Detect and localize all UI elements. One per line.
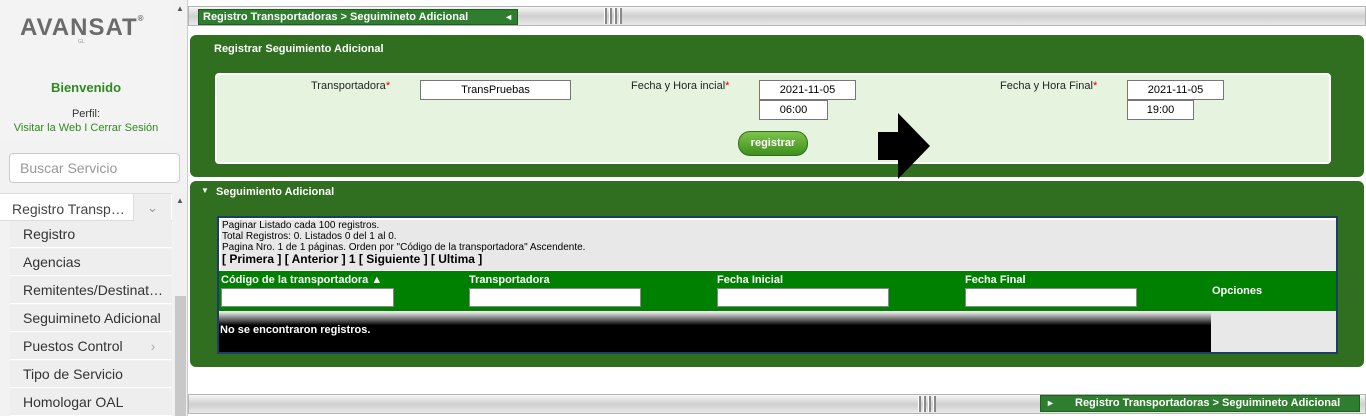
fecha-final-time-field[interactable]: 19:00 (1127, 100, 1194, 120)
sidebar-item-registro[interactable]: Registro (10, 221, 172, 248)
empty-message: No se encontraron registros. (219, 311, 1211, 352)
bottom-splitter-grip[interactable] (918, 394, 954, 414)
profile-label: Perfil: (71, 108, 101, 120)
breadcrumb-bottom: ► Registro Transportadoras > Seguimineto… (1040, 395, 1360, 412)
empty-row-filler (1211, 311, 1336, 352)
menu-group-header[interactable]: Registro Transp… ⌄ (0, 193, 172, 221)
sidebar-item-tipo-servicio[interactable]: Tipo de Servicio (10, 361, 172, 388)
pagination-line-1: Paginar Listado cada 100 registros. (222, 220, 380, 231)
menu-scrollbar-thumb[interactable] (175, 296, 186, 416)
list-panel: ▼ Seguimiento Adicional Paginar Listado … (190, 181, 1364, 367)
sidebar-links: Visitar la Web I Cerrar Sesión (0, 122, 172, 134)
arrow-pointer-icon (878, 113, 930, 179)
fecha-final-date-field[interactable]: 2021-11-05 (1127, 80, 1224, 100)
col-codigo[interactable]: Código de la transportadora ▲ (221, 274, 382, 286)
search-input[interactable] (9, 153, 180, 183)
list-panel-title: Seguimiento Adicional (216, 186, 335, 198)
collapse-left-icon[interactable]: ◄ (504, 10, 513, 24)
top-splitter-grip[interactable] (604, 6, 640, 26)
register-form: Transportadora* TransPruebas Fecha y Hor… (215, 73, 1331, 164)
fecha-inicial-time-field[interactable]: 06:00 (759, 100, 828, 120)
collapse-triangle-icon[interactable]: ▼ (201, 186, 209, 195)
registrar-button[interactable]: registrar (738, 131, 808, 156)
col-transportadora[interactable]: Transportadora (469, 274, 550, 286)
main-content: Registro Transportadoras > Seguimineto A… (188, 0, 1366, 416)
results-list: Paginar Listado cada 100 registros. Tota… (217, 216, 1338, 354)
link-separator: I (84, 122, 88, 134)
sidebar-item-remitentes[interactable]: Remitentes/Destinat… (10, 277, 172, 304)
fecha-inicial-date-field[interactable]: 2021-11-05 (759, 80, 856, 100)
table-header: Código de la transportadora ▲ Transporta… (219, 271, 1336, 311)
filter-transportadora-input[interactable] (469, 288, 641, 307)
breadcrumb-top: Registro Transportadoras > Seguimineto A… (198, 9, 518, 25)
pagination-info: Paginar Listado cada 100 registros. Tota… (221, 220, 1336, 270)
pagination-line-2: Total Registros: 0. Listados 0 del 1 al … (222, 231, 397, 242)
menu-scroll-up-icon[interactable]: ▲ (176, 196, 184, 205)
register-panel: Registrar Seguimiento Adicional Transpor… (190, 35, 1364, 177)
transportadora-label: Transportadora* (311, 80, 391, 92)
sidebar-item-homologar[interactable]: Homologar OAL (10, 389, 172, 416)
menu-group-label: Registro Transp… (12, 201, 125, 217)
logo: AVANSAT® (20, 14, 145, 41)
filter-fecha-inicial-input[interactable] (717, 288, 889, 307)
logo-area: AVANSAT® GL Bienvenido Perfil: Visitar l… (0, 0, 172, 140)
fecha-inicial-label: Fecha y Hora incial* (631, 80, 730, 92)
col-fecha-final[interactable]: Fecha Final (965, 274, 1026, 286)
transportadora-field[interactable]: TransPruebas (420, 80, 571, 100)
welcome-text: Bienvenido (50, 80, 122, 95)
sidebar-item-agencias[interactable]: Agencias (10, 249, 172, 276)
scroll-up-icon[interactable]: ▲ (176, 4, 184, 13)
expand-right-icon[interactable]: ► (1046, 396, 1055, 411)
sidebar-item-puestos-control[interactable]: Puestos Control › (10, 333, 172, 360)
logout-link[interactable]: Cerrar Sesión (90, 122, 158, 134)
register-panel-title: Registrar Seguimiento Adicional (214, 43, 384, 55)
chevron-right-icon[interactable]: › (134, 333, 172, 359)
col-fecha-inicial[interactable]: Fecha Inicial (717, 274, 783, 286)
pagination-nav[interactable]: [ Primera ] [ Anterior ] 1 [ Siguiente ]… (222, 253, 1336, 266)
filter-fecha-final-input[interactable] (965, 288, 1137, 307)
logo-subtitle: GL (78, 39, 85, 45)
filter-codigo-input[interactable] (221, 288, 394, 307)
visit-web-link[interactable]: Visitar la Web (14, 122, 81, 134)
sidebar: AVANSAT® GL Bienvenido Perfil: Visitar l… (0, 0, 188, 416)
sidebar-item-seguimiento[interactable]: Seguimineto Adicional (10, 305, 172, 332)
chevron-down-icon[interactable]: ⌄ (133, 194, 171, 221)
col-opciones: Opciones (1212, 285, 1263, 297)
fecha-final-label: Fecha y Hora Final* (1000, 80, 1098, 92)
